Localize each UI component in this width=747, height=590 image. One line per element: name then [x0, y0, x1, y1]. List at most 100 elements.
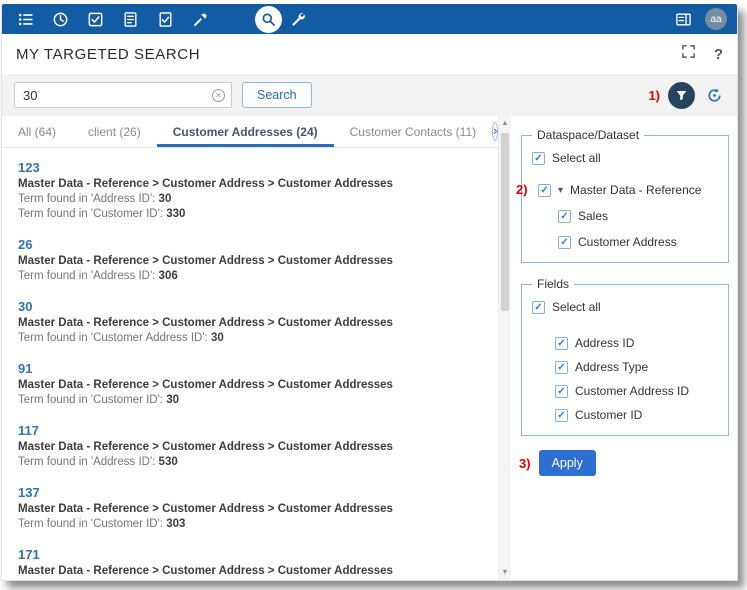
- dataset-sales-row[interactable]: ✓ Sales: [558, 208, 718, 224]
- dataset-customer-address-row[interactable]: ✓ Customer Address: [558, 234, 718, 250]
- result-id-link[interactable]: 137: [18, 485, 40, 500]
- dataset-sales-label: Sales: [578, 209, 608, 223]
- apply-button[interactable]: Apply: [539, 450, 596, 476]
- avatar[interactable]: aa: [705, 8, 727, 30]
- fields-select-all-checkbox[interactable]: ✓: [532, 301, 545, 314]
- result-terms: Term found in 'Address ID': 530: [18, 455, 482, 470]
- search-result-item: 26 Master Data - Reference > Customer Ad…: [18, 236, 482, 284]
- tab-all-64[interactable]: All (64): [2, 116, 72, 147]
- search-button[interactable]: Search: [242, 82, 312, 108]
- result-path: Master Data - Reference > Customer Addre…: [18, 502, 482, 517]
- history-icon[interactable]: [47, 6, 73, 32]
- dataspace-root-checkbox[interactable]: ✓: [538, 184, 551, 197]
- result-term: Term found in 'Customer ID': 330: [18, 207, 482, 222]
- search-icon[interactable]: [255, 6, 282, 33]
- search-result-item: 91 Master Data - Reference > Customer Ad…: [18, 360, 482, 408]
- scrollbar-thumb[interactable]: [501, 133, 509, 311]
- wrench-icon[interactable]: [284, 6, 310, 32]
- dataset-sales-checkbox[interactable]: ✓: [558, 210, 571, 223]
- scroll-down-icon[interactable]: ▼: [502, 565, 509, 580]
- topbar-nav: [12, 6, 213, 32]
- result-terms: Term found in 'Address ID': 30Term found…: [18, 192, 482, 222]
- collapse-caret-icon[interactable]: ▾: [558, 185, 563, 196]
- topbar-right: aa: [670, 6, 727, 32]
- result-term: Term found in 'Customer Address ID': 30: [18, 331, 482, 346]
- result-id-link[interactable]: 30: [18, 299, 32, 314]
- result-path: Master Data - Reference > Customer Addre…: [18, 440, 482, 455]
- field-customer-id-checkbox[interactable]: ✓: [555, 409, 568, 422]
- help-icon[interactable]: ?: [714, 46, 723, 63]
- fields-list: ✓ Address ID ✓ Address Type ✓Customer Addres…: [532, 335, 718, 423]
- field-address-type-checkbox[interactable]: ✓: [555, 361, 568, 374]
- search-bar: ✕ Search 1): [2, 74, 737, 116]
- dataspace-children: ✓ Sales ✓ Customer Address: [532, 208, 718, 250]
- field-address-id-label: Address ID: [575, 336, 634, 350]
- dataset-customer-address-checkbox[interactable]: ✓: [558, 236, 571, 249]
- dataspace-select-all-checkbox[interactable]: ✓: [532, 152, 545, 165]
- tab-customer-contacts-11[interactable]: Customer Contacts (11): [334, 116, 493, 147]
- results-column: All (64)client (26)Customer Addresses (2…: [2, 116, 498, 580]
- result-path: Master Data - Reference > Customer Addre…: [18, 564, 482, 579]
- dataspace-fieldset: Dataspace/Dataset ✓ Select all 2) ✓ ▾ Ma…: [521, 128, 729, 263]
- validation-icon[interactable]: [82, 6, 108, 32]
- fields-legend: Fields: [532, 277, 574, 291]
- result-id-link[interactable]: 123: [18, 160, 40, 175]
- field-address-type-row[interactable]: ✓ Address Type: [555, 359, 718, 375]
- clear-icon[interactable]: ✕: [212, 89, 225, 102]
- apply-row: 3) Apply: [519, 450, 731, 476]
- search-result-item: 171 Master Data - Reference > Customer A…: [18, 546, 482, 580]
- annotation-step1: 1): [648, 88, 660, 103]
- data-icon[interactable]: [12, 6, 38, 32]
- chevron-right-icon: ›: [493, 124, 497, 137]
- search-input[interactable]: [15, 88, 231, 103]
- field-customer-address-id-checkbox[interactable]: ✓: [555, 385, 568, 398]
- search-result-item: 117 Master Data - Reference > Customer A…: [18, 422, 482, 470]
- field-customer-address-id-row[interactable]: ✓Customer Address ID: [555, 383, 718, 399]
- fields-select-all[interactable]: ✓ Select all: [532, 299, 718, 315]
- results-list: 123 Master Data - Reference > Customer A…: [2, 148, 498, 580]
- result-id-link[interactable]: 117: [18, 423, 39, 438]
- tab-client-26[interactable]: client (26): [72, 116, 157, 147]
- dataset-customer-address-label: Customer Address: [578, 235, 677, 249]
- result-term: Term found in 'Address ID': 30: [18, 192, 482, 207]
- result-term: Term found in 'Address ID': 306: [18, 269, 482, 284]
- dataspace-root-row[interactable]: 2) ✓ ▾ Master Data - Reference: [538, 182, 718, 198]
- result-terms: Term found in 'Address ID': 306: [18, 269, 482, 284]
- result-path: Master Data - Reference > Customer Addre…: [18, 254, 482, 269]
- annotation-step3: 3): [519, 456, 531, 471]
- dataspace-select-all[interactable]: ✓ Select all: [532, 150, 718, 166]
- result-id-link[interactable]: 171: [18, 547, 40, 562]
- result-terms: Term found in 'Customer Address ID': 30: [18, 331, 482, 346]
- result-term: Term found in 'Customer ID': 30: [18, 393, 482, 408]
- result-term: Term found in 'Address ID': 300: [18, 579, 482, 580]
- report-icon[interactable]: [117, 6, 143, 32]
- filter-icon[interactable]: [668, 82, 695, 109]
- fullscreen-icon[interactable]: [681, 44, 696, 64]
- result-path: Master Data - Reference > Customer Addre…: [18, 316, 482, 331]
- content: All (64)client (26)Customer Addresses (2…: [2, 116, 737, 580]
- result-path: Master Data - Reference > Customer Addre…: [18, 378, 482, 393]
- dataspace-root-label: Master Data - Reference: [570, 183, 701, 197]
- tab-customer-addresses-24[interactable]: Customer Addresses (24): [157, 116, 334, 147]
- fields-fieldset: Fields ✓ Select all ✓ Address ID ✓ Address …: [521, 277, 729, 436]
- app-window: aa MY TARGETED SEARCH ? ✕ Search 1): [1, 4, 738, 581]
- field-address-id-row[interactable]: ✓ Address ID: [555, 335, 718, 351]
- result-id-link[interactable]: 91: [18, 361, 32, 376]
- task-check-icon[interactable]: [152, 6, 178, 32]
- results-scrollbar[interactable]: ▲ ▼: [498, 116, 511, 580]
- search-box: ✕: [14, 82, 232, 108]
- sidebar-toggle-icon[interactable]: [670, 6, 696, 32]
- scroll-up-icon[interactable]: ▲: [502, 116, 509, 131]
- reset-filters-icon[interactable]: [703, 84, 725, 106]
- result-term: Term found in 'Address ID': 530: [18, 455, 482, 470]
- field-address-id-checkbox[interactable]: ✓: [555, 337, 568, 350]
- field-address-type-label: Address Type: [575, 360, 648, 374]
- field-customer-id-row[interactable]: ✓Customer ID: [555, 407, 718, 423]
- annotation-step2: 2): [516, 182, 528, 197]
- brush-icon[interactable]: [187, 6, 213, 32]
- result-path: Master Data - Reference > Customer Addre…: [18, 177, 482, 192]
- result-terms: Term found in 'Customer ID': 303: [18, 517, 482, 532]
- result-id-link[interactable]: 26: [18, 237, 32, 252]
- filter-panel: Dataspace/Dataset ✓ Select all 2) ✓ ▾ Ma…: [511, 116, 737, 580]
- topbar: aa: [2, 4, 737, 34]
